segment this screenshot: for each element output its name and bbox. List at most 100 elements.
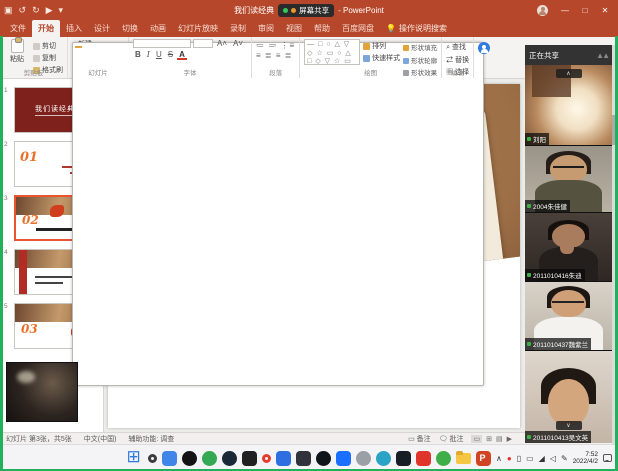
participant-video-2[interactable]: 2004朱佳健 (525, 146, 612, 212)
search-icon[interactable] (148, 454, 157, 463)
language-indicator[interactable]: 中文(中国) (84, 434, 117, 444)
tab-transitions[interactable]: 切换 (116, 20, 144, 37)
minimize-button[interactable]: — (556, 2, 574, 18)
redo-icon[interactable]: ↻ (32, 5, 40, 16)
pen-icon[interactable]: ✎ (561, 454, 568, 463)
tab-baidu-netdisk[interactable]: 百度网盘 (336, 20, 380, 37)
powerpoint-icon[interactable] (476, 451, 491, 466)
red-app-icon[interactable] (416, 451, 431, 466)
microphone-icon[interactable]: ▯ (517, 454, 521, 463)
shape-fill-icon (403, 45, 409, 51)
tab-design[interactable]: 设计 (88, 20, 116, 37)
blue-app-icon[interactable] (276, 451, 291, 466)
steam-icon[interactable] (222, 451, 237, 466)
task-view-icon[interactable] (162, 451, 177, 466)
quick-styles-label: 快速样式 (372, 53, 400, 63)
tell-me-search[interactable]: 💡 操作说明搜索 (380, 20, 453, 37)
arrange-button[interactable]: 排列 (363, 41, 400, 51)
italic-button[interactable]: I (145, 50, 152, 59)
tab-help[interactable]: 帮助 (308, 20, 336, 37)
scroll-more-participants-button[interactable]: ∨ (556, 421, 582, 430)
accessibility-indicator[interactable]: 辅助功能: 调查 (128, 434, 174, 444)
strikethrough-button[interactable]: S (166, 50, 175, 59)
tab-file[interactable]: 文件 (4, 20, 32, 37)
tab-view[interactable]: 视图 (280, 20, 308, 37)
shape-fill-button[interactable]: 形状填充 (403, 42, 437, 52)
tab-insert[interactable]: 插入 (60, 20, 88, 37)
grow-font-icon[interactable]: A˄ (215, 39, 229, 48)
slide-sorter-view-button[interactable]: ⊞ (486, 435, 492, 443)
clipboard-group: 粘贴 剪切 复制 格式刷 剪贴板 (0, 37, 68, 78)
self-video-floating-tile[interactable] (6, 362, 78, 422)
notes-button[interactable]: ▭ 备注 (408, 434, 431, 444)
collapse-panel-button[interactable]: ∧ (556, 69, 582, 78)
notifications-icon[interactable] (603, 454, 612, 462)
save-icon[interactable]: ▣ (4, 5, 13, 16)
shapes-gallery[interactable]: — □ ○ △ ▽ ◇ ☆ ▭ ○ △ □ ◇ ▽ ☆ ▭ (304, 39, 360, 65)
participant-2-face (550, 155, 587, 183)
font-name-input[interactable] (133, 39, 191, 48)
tab-review[interactable]: 审阅 (252, 20, 280, 37)
dark-square-app-icon[interactable] (296, 451, 311, 466)
meeting-app-icon[interactable] (336, 451, 351, 466)
shape-outline-button[interactable]: 形状轮廓 (403, 55, 437, 65)
bullets-icon[interactable]: ≔ ≕ ⋮≡ (256, 42, 295, 49)
tab-slideshow[interactable]: 幻灯片放映 (172, 20, 224, 37)
meeting-panel-header[interactable]: 正在共享 ▲▲ (525, 45, 612, 65)
start-slideshow-icon[interactable]: ▶ (46, 5, 53, 16)
bold-button[interactable]: B (133, 50, 143, 59)
find-button[interactable]: ⌕ 查找 (446, 42, 469, 52)
undo-icon[interactable]: ↺ (19, 5, 27, 16)
thumbnail-5-section-number: 03 (21, 322, 38, 336)
black-circle-app-icon[interactable] (316, 451, 331, 466)
green-pinwheel-icon[interactable] (436, 451, 451, 466)
tray-caret-icon[interactable]: ∧ (496, 454, 502, 463)
participant-video-3[interactable]: 2011010416朱迪 (525, 213, 612, 281)
new-slide-button[interactable]: 新建 幻灯片 (72, 39, 98, 69)
clock[interactable]: 7:52 2022/4/2 (573, 451, 598, 466)
paste-button[interactable]: 粘贴 (4, 39, 30, 69)
qat-customize-icon[interactable]: ▾ (59, 5, 64, 16)
font-size-input[interactable] (193, 39, 213, 48)
reading-view-button[interactable]: ▤ (496, 435, 503, 443)
tab-animations[interactable]: 动画 (144, 20, 172, 37)
maximize-button[interactable]: □ (576, 2, 594, 18)
display-icon[interactable]: ▭ (526, 454, 534, 463)
file-explorer-icon[interactable] (456, 451, 471, 466)
red-ring-app-icon[interactable] (262, 454, 271, 463)
thumbnail-4-number: 4 (4, 249, 8, 256)
account-avatar[interactable] (537, 5, 548, 16)
cut-button[interactable]: 剪切 (33, 41, 63, 51)
shrink-font-icon[interactable]: A˅ (231, 39, 245, 48)
notes-label: 备注 (417, 436, 431, 443)
close-button[interactable]: ✕ (596, 2, 614, 18)
font-color-button[interactable]: A (177, 50, 187, 59)
dark-z-app-icon[interactable] (396, 451, 411, 466)
netdisk-person-icon[interactable] (478, 42, 490, 54)
paragraph-group-label: 段落 (252, 67, 299, 77)
qq-icon[interactable] (182, 451, 197, 466)
align-icons[interactable]: ≡ ≣ ≡ ≣ (256, 52, 295, 59)
normal-view-button[interactable]: ▭ (471, 435, 482, 443)
copy-button[interactable]: 复制 (33, 53, 63, 63)
meeting-share-pill[interactable]: 屏幕共享 (278, 4, 334, 17)
participant-video-5[interactable]: ∨ 2011010413吴文英 (525, 351, 612, 443)
slideshow-view-button[interactable]: ▶ (507, 435, 512, 443)
tray-red-app-icon[interactable]: ● (507, 454, 512, 463)
tab-record[interactable]: 录制 (224, 20, 252, 37)
dark-app-icon[interactable] (242, 451, 257, 466)
underline-button[interactable]: U (154, 50, 164, 59)
grey-pinwheel-icon[interactable] (356, 451, 371, 466)
green-app-icon[interactable] (202, 451, 217, 466)
participant-video-4[interactable]: 2011010437魏紫兰 (525, 282, 612, 350)
replace-button[interactable]: ⇄ 替换 (446, 55, 469, 65)
quick-styles-button[interactable]: 快速样式 (363, 53, 400, 63)
edge-icon[interactable] (376, 451, 391, 466)
comments-button[interactable]: 🗨 批注 (439, 434, 464, 444)
start-button[interactable] (128, 451, 143, 466)
ribbon-tab-row: 文件 开始 插入 设计 切换 动画 幻灯片放映 录制 审阅 视图 帮助 百度网盘… (0, 20, 618, 37)
taskbar: ∧ ● ▯ ▭ ◢ ◁ ✎ 7:52 2022/4/2 (0, 444, 618, 471)
volume-icon[interactable]: ◁ (550, 454, 556, 463)
tab-home[interactable]: 开始 (32, 20, 60, 37)
network-icon[interactable]: ◢ (539, 454, 545, 463)
